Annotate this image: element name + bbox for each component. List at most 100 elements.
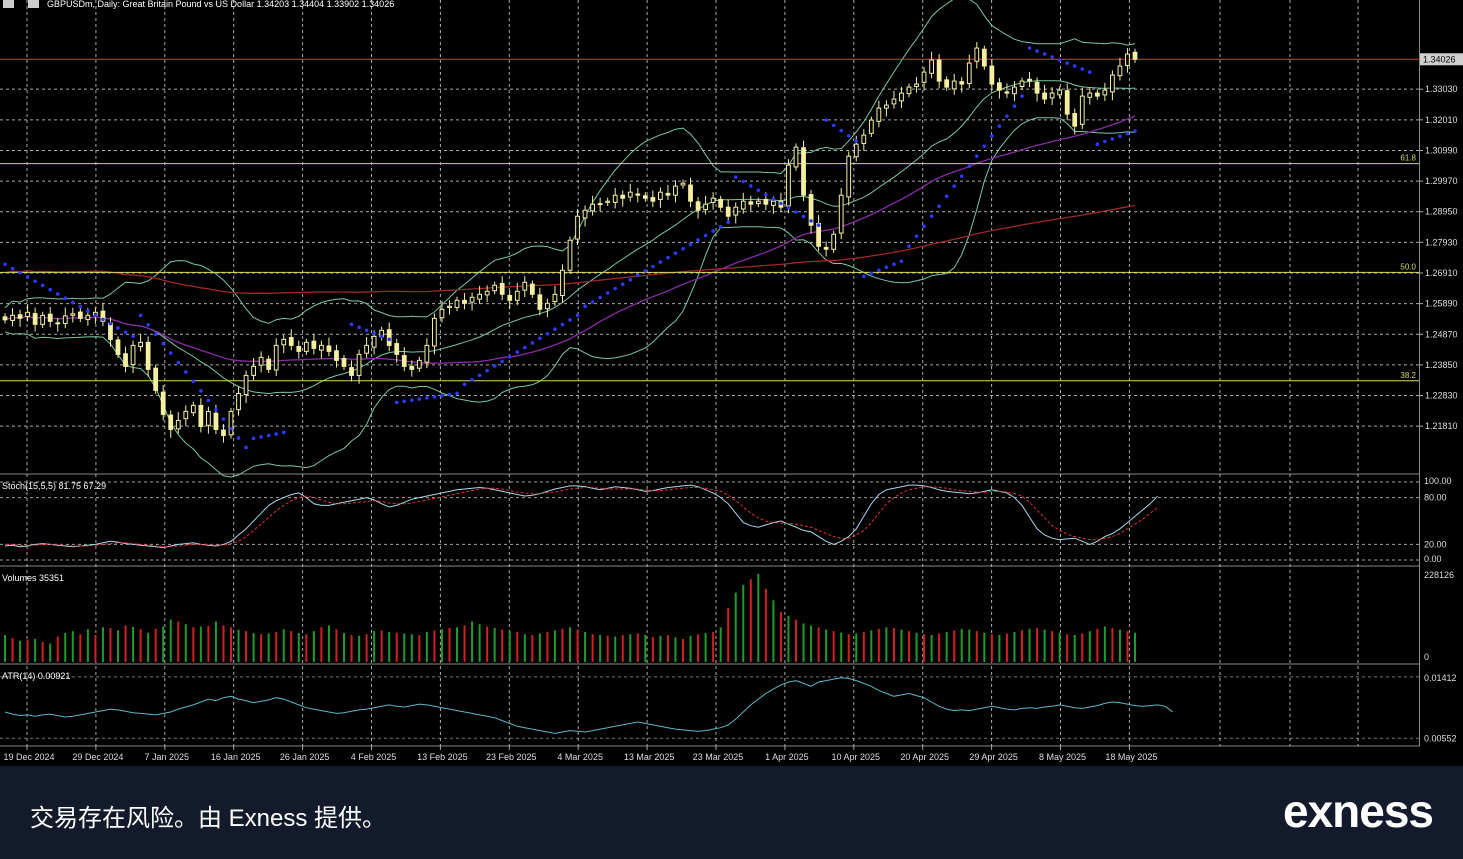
sar-dot — [1118, 134, 1122, 139]
time-tick-label: 23 Feb 2025 — [486, 752, 537, 762]
candle-body — [115, 339, 121, 355]
sar-dot — [1110, 137, 1115, 141]
sar-dot — [892, 262, 896, 267]
sar-dot — [688, 242, 693, 247]
candle-body — [492, 284, 498, 292]
candle-body — [70, 313, 76, 316]
candle-body — [183, 410, 189, 420]
candle-body — [1087, 92, 1093, 98]
candle-body — [801, 147, 806, 196]
candle-body — [575, 215, 580, 240]
sar-dot — [379, 334, 384, 339]
candle-body — [221, 429, 226, 436]
sar-dot — [477, 373, 482, 377]
sar-dot — [3, 262, 7, 267]
time-tick-label: 13 Mar 2025 — [624, 752, 675, 762]
candle-body — [974, 47, 980, 62]
candle-body — [710, 197, 716, 203]
sar-dot — [507, 354, 512, 359]
price-tick-label: 1.27930 — [1425, 237, 1458, 247]
price-tick-label: 1.25890 — [1425, 299, 1458, 309]
sar-dot — [869, 271, 874, 276]
sar-dot — [184, 370, 188, 374]
candle-body — [1072, 113, 1078, 127]
candle-body — [341, 358, 347, 367]
sar-dot — [937, 204, 941, 209]
candle-body — [936, 59, 942, 82]
sar-dot — [500, 359, 505, 364]
candle-body — [899, 92, 904, 102]
candle-body — [281, 338, 287, 346]
candle-body — [175, 419, 181, 430]
candle-body — [921, 71, 927, 83]
candle-body — [695, 201, 701, 211]
candle-body — [40, 314, 46, 325]
sar-dot — [55, 292, 60, 296]
sar-dot — [1050, 55, 1054, 59]
sar-dot — [417, 397, 422, 401]
candle-body — [1019, 80, 1025, 87]
sar-dot — [349, 322, 354, 327]
sar-dot — [274, 432, 279, 436]
candle-body — [590, 203, 595, 212]
candle-body — [838, 194, 844, 234]
sar-dot — [673, 251, 678, 256]
candle-body — [213, 412, 219, 430]
sar-dot — [48, 287, 52, 292]
candle-body — [123, 353, 128, 367]
candle-body — [416, 359, 422, 369]
candle-body — [394, 343, 400, 355]
candle-body — [1027, 78, 1032, 82]
sar-dot — [523, 345, 527, 350]
candle-body — [228, 410, 234, 436]
time-tick-label: 18 May 2025 — [1105, 752, 1157, 762]
header-icon-2[interactable] — [28, 0, 39, 8]
candle-body — [1125, 53, 1130, 66]
candle-body — [266, 358, 272, 370]
candle-body — [1132, 51, 1138, 60]
candle-body — [522, 281, 528, 291]
candle-body — [582, 209, 588, 219]
fib-level-label: 61.8 — [1400, 154, 1416, 163]
candle-body — [138, 341, 143, 348]
volume-tick-label: 0 — [1424, 652, 1429, 662]
candle-body — [529, 283, 535, 295]
candle-body — [236, 392, 241, 411]
candle-body — [665, 192, 671, 196]
candle-body — [160, 391, 166, 415]
fib-level-label: 38.2 — [1400, 371, 1416, 380]
sar-dot — [779, 201, 783, 206]
sar-dot — [425, 396, 429, 400]
trading-chart[interactable]: 61.8 50.0 38.2 1.33030 1.32010 1.30990 1.2997… — [0, 0, 1463, 766]
candle-body — [1079, 95, 1085, 125]
candle-body — [989, 65, 995, 85]
sar-dot — [764, 192, 768, 197]
sar-dot — [470, 378, 474, 382]
candle-body — [32, 313, 38, 325]
price-tick-label: 1.24870 — [1425, 329, 1458, 339]
sar-dot — [643, 269, 648, 273]
header-icon[interactable] — [3, 0, 14, 8]
sar-dot — [394, 400, 399, 405]
sar-dot — [681, 246, 685, 251]
exness-logo: exness — [1282, 785, 1434, 837]
sar-dot — [199, 389, 203, 393]
sar-dot — [1005, 114, 1009, 118]
candle-body — [153, 367, 159, 391]
candle-body — [658, 191, 663, 200]
sar-dot — [515, 350, 520, 354]
candle-body — [703, 203, 708, 211]
sar-dot — [756, 188, 761, 193]
sar-dot — [206, 398, 211, 403]
sar-dot — [959, 174, 964, 178]
sar-dot — [214, 407, 218, 412]
price-tick-label: 1.21810 — [1425, 421, 1458, 431]
sar-dot — [786, 205, 791, 210]
candle-body — [439, 308, 445, 319]
stoch-tick-label: 100.00 — [1424, 476, 1452, 486]
candle-body — [688, 184, 693, 202]
sar-dot — [696, 238, 700, 242]
sar-dot — [1103, 139, 1107, 144]
sar-dot — [575, 313, 580, 318]
sar-dot — [651, 264, 655, 269]
